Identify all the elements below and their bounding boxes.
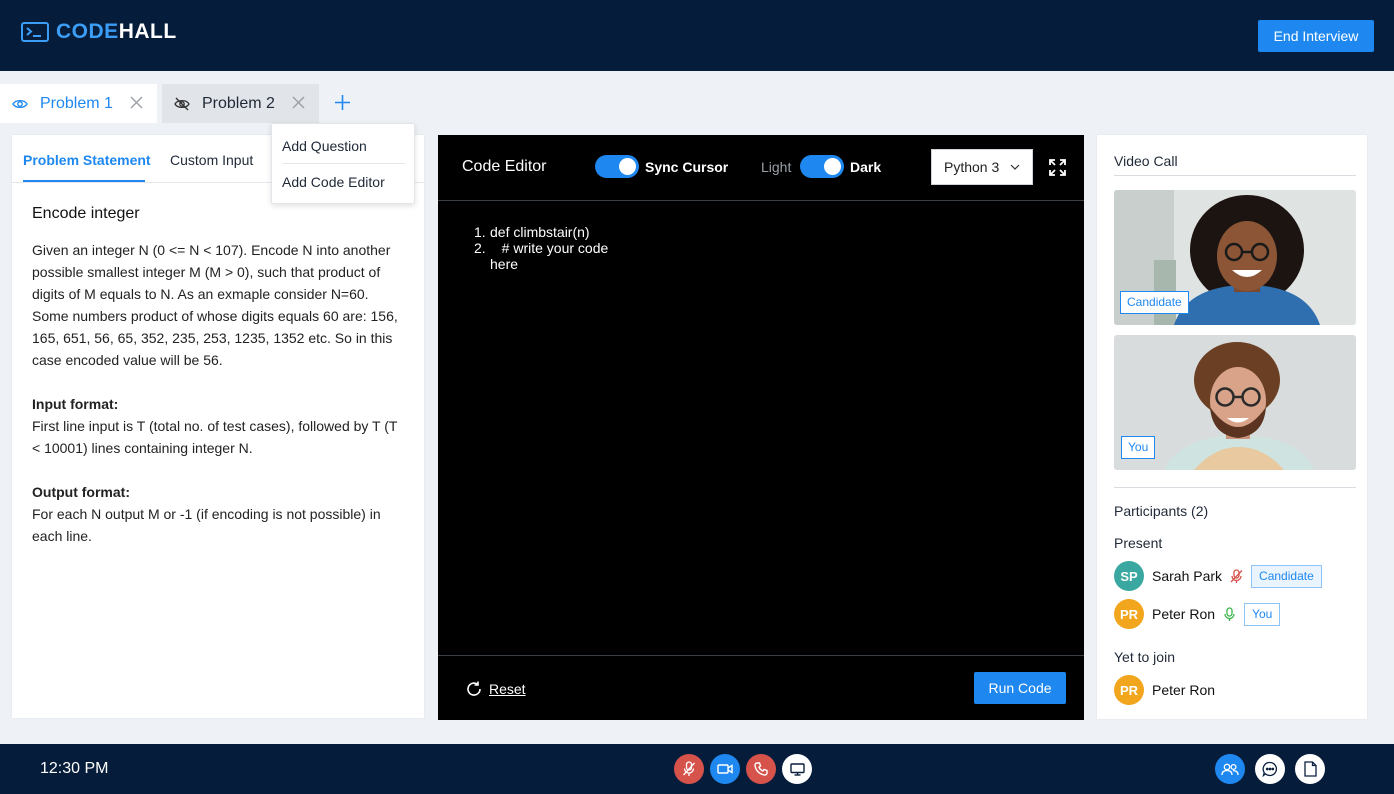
tab-custom-input[interactable]: Custom Input: [170, 152, 253, 168]
notes-button[interactable]: [1295, 754, 1325, 784]
clock: 12:30 PM: [40, 760, 109, 777]
menu-item-add-code-editor[interactable]: Add Code Editor: [282, 174, 385, 190]
close-icon[interactable]: [292, 96, 305, 109]
end-interview-button[interactable]: End Interview: [1258, 20, 1374, 52]
fullscreen-icon[interactable]: [1049, 159, 1066, 176]
candidate-video[interactable]: Candidate: [1114, 190, 1356, 325]
participant-row: PR Peter Ron You: [1114, 599, 1281, 629]
sync-cursor-toggle[interactable]: [595, 155, 639, 178]
avatar: PR: [1114, 675, 1144, 705]
phone-icon: [754, 762, 768, 776]
video-tag: You: [1121, 436, 1156, 459]
problem-body: Given an integer N (0 <= N < 107). Encod…: [32, 239, 407, 569]
language-value: Python 3: [944, 159, 1000, 175]
refresh-icon: [467, 681, 481, 696]
reset-label: Reset: [489, 681, 526, 697]
video-tag: Candidate: [1120, 291, 1189, 314]
language-select[interactable]: Python 3: [931, 149, 1033, 185]
present-heading: Present: [1114, 535, 1163, 551]
run-code-button[interactable]: Run Code: [974, 672, 1066, 704]
divider: [1114, 175, 1356, 176]
theme-toggle[interactable]: [800, 155, 844, 178]
video-icon: [717, 764, 733, 774]
bottom-bar: 12:30 PM: [0, 744, 1394, 794]
participants-heading: Participants (2): [1114, 503, 1209, 519]
chat-icon: [1262, 761, 1278, 777]
video-call-panel: Video Call Candidate You Participants (2…: [1097, 135, 1367, 719]
output-format-section: Output format: For each N output M or -1 …: [32, 481, 407, 547]
problem-title: Encode integer: [32, 205, 140, 222]
menu-item-add-question[interactable]: Add Question: [282, 138, 367, 154]
yet-to-join-heading: Yet to join: [1114, 649, 1175, 665]
input-format-text: First line input is T (total no. of test…: [32, 418, 398, 456]
add-menu: Add Question Add Code Editor: [271, 123, 415, 204]
participant-row: PR Peter Ron: [1114, 675, 1215, 705]
participant-name: Peter Ron: [1152, 682, 1216, 698]
theme-dark-label: Dark: [850, 159, 882, 175]
input-format-section: Input format: First line input is T (tota…: [32, 393, 407, 459]
participant-row: SP Sarah Park Candidate: [1114, 561, 1322, 591]
editor-header: Code Editor Sync Cursor Light Dark Pytho…: [438, 135, 1084, 201]
code-line: 1. def climbstair(n): [474, 224, 590, 240]
mute-button[interactable]: [674, 754, 704, 784]
code-line: 2. # write your code here: [474, 240, 613, 272]
tab-label: Problem 2: [202, 94, 275, 112]
tab-problem-1[interactable]: Problem 1: [0, 84, 157, 123]
role-badge: Candidate: [1251, 564, 1322, 588]
video-call-title: Video Call: [1114, 153, 1178, 169]
mic-icon: [1223, 606, 1236, 622]
sync-cursor-label: Sync Cursor: [645, 159, 729, 175]
mic-off-icon: [683, 761, 695, 776]
hang-up-button[interactable]: [746, 754, 776, 784]
menu-divider: [282, 163, 405, 164]
chevron-down-icon: [1010, 163, 1020, 171]
code-area[interactable]: 1. def climbstair(n) 2. # write your code…: [474, 224, 630, 272]
editor-title: Code Editor: [462, 158, 547, 175]
output-format-heading: Output format:: [32, 484, 130, 500]
participant-name: Peter Ron: [1152, 606, 1216, 622]
close-icon[interactable]: [130, 96, 143, 109]
reset-button[interactable]: Reset: [465, 680, 526, 698]
camera-button[interactable]: [710, 754, 740, 784]
logo[interactable]: CODEHALL: [21, 21, 177, 43]
avatar: PR: [1114, 599, 1144, 629]
chat-button[interactable]: [1255, 754, 1285, 784]
code-editor: Code Editor Sync Cursor Light Dark Pytho…: [438, 135, 1084, 720]
screen-share-icon: [789, 762, 805, 776]
logo-text: CODEHALL: [56, 20, 177, 43]
input-format-heading: Input format:: [32, 396, 119, 412]
tab-label: Problem 1: [40, 94, 113, 112]
eye-off-icon: [174, 96, 190, 112]
active-tab-indicator: [23, 180, 145, 182]
participants-button[interactable]: [1215, 754, 1245, 784]
screen-share-button[interactable]: [782, 754, 812, 784]
eye-icon: [12, 96, 28, 112]
notes-icon: [1303, 761, 1317, 777]
problem-description: Given an integer N (0 <= N < 107). Encod…: [32, 242, 398, 368]
problem-panel: Problem Statement Custom Input Encode in…: [12, 135, 424, 718]
mic-off-icon: [1230, 568, 1243, 584]
add-tab-icon[interactable]: [334, 94, 351, 111]
participant-name: Sarah Park: [1152, 568, 1223, 584]
theme-light-label: Light: [761, 159, 792, 175]
tab-problem-2[interactable]: Problem 2: [162, 84, 319, 123]
top-bar: CODEHALL End Interview: [0, 0, 1394, 71]
tab-problem-statement[interactable]: Problem Statement: [23, 152, 151, 168]
avatar: SP: [1114, 561, 1144, 591]
terminal-icon: [21, 22, 49, 42]
self-video[interactable]: You: [1114, 335, 1356, 470]
output-format-text: For each N output M or -1 (if encoding i…: [32, 506, 381, 544]
divider: [1114, 487, 1356, 488]
editor-footer: Reset Run Code: [438, 655, 1084, 720]
participants-icon: [1221, 763, 1239, 775]
role-badge: You: [1244, 602, 1281, 626]
